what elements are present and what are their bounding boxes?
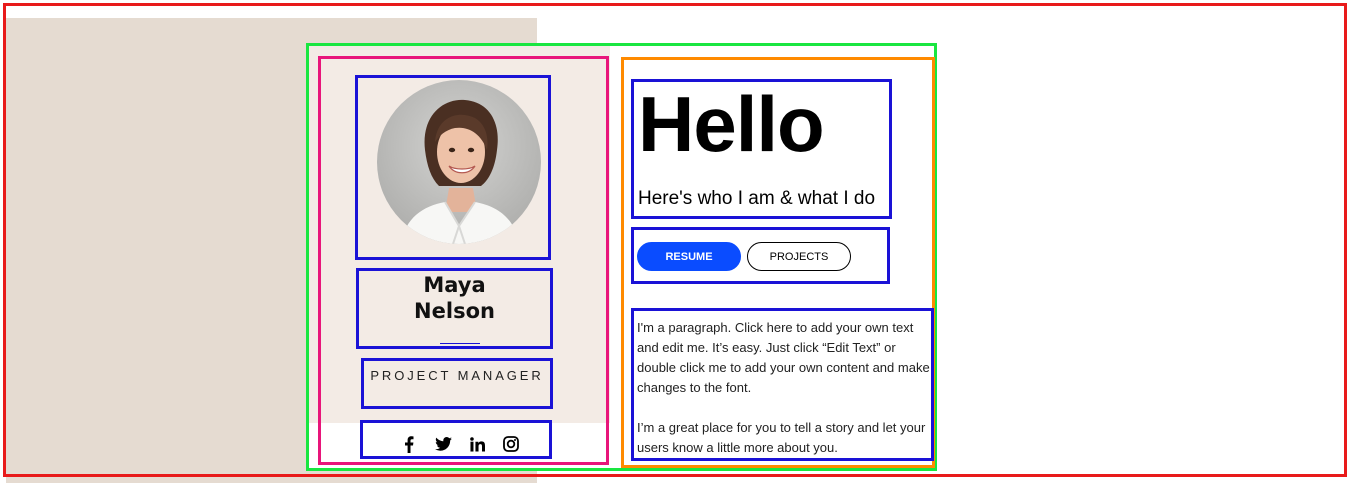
facebook-icon[interactable]: [400, 435, 418, 453]
instagram-icon[interactable]: [502, 435, 520, 453]
name-divider: [440, 343, 480, 344]
profile-name: Maya Nelson: [359, 272, 550, 324]
hero-title: Hello: [638, 80, 825, 168]
twitter-icon[interactable]: [434, 435, 452, 453]
avatar-container: [355, 75, 551, 260]
hero-subtitle: Here's who I am & what I do: [638, 188, 876, 209]
avatar: [377, 80, 541, 244]
about-text-container: I'm a paragraph. Click here to add your …: [631, 308, 934, 461]
linkedin-icon[interactable]: [468, 435, 486, 453]
about-text[interactable]: I'm a paragraph. Click here to add your …: [637, 318, 933, 458]
about-paragraph-1: I'm a paragraph. Click here to add your …: [637, 320, 930, 395]
projects-button[interactable]: PROJECTS: [747, 242, 851, 271]
resume-button[interactable]: RESUME: [637, 242, 741, 271]
hero-container: Hello Here's who I am & what I do: [631, 79, 892, 219]
role-container: PROJECT MANAGER: [361, 358, 553, 409]
job-title: PROJECT MANAGER: [370, 368, 544, 383]
social-links: [360, 420, 552, 459]
about-paragraph-2: I’m a great place for you to tell a stor…: [637, 420, 926, 455]
name-container: Maya Nelson: [356, 268, 553, 349]
first-name: Maya: [423, 273, 486, 297]
button-group: RESUME PROJECTS: [631, 227, 890, 284]
last-name: Nelson: [414, 299, 495, 323]
